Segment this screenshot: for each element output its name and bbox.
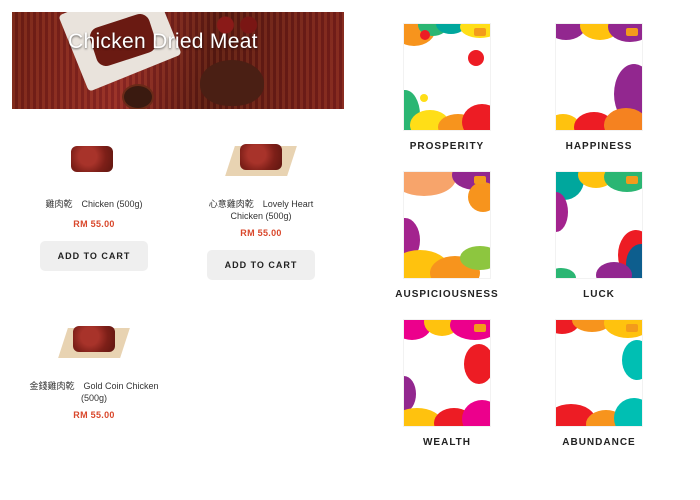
card-label: HAPPINESS — [565, 141, 633, 152]
card-label: PROSPERITY — [409, 141, 485, 152]
card-artwork — [556, 24, 642, 130]
card-label: ABUNDANCE — [562, 437, 636, 448]
add-to-cart-button[interactable]: ADD TO CART — [40, 241, 148, 271]
greeting-card-luck[interactable]: LUCK — [539, 172, 659, 300]
product-image[interactable] — [58, 322, 130, 362]
product-image[interactable] — [225, 140, 297, 180]
greeting-card-abundance[interactable]: ABUNDANCE — [539, 320, 659, 448]
product-name[interactable]: 心意雞肉乾 Lovely Heart Chicken (500g) — [183, 198, 339, 222]
greeting-card-wealth[interactable]: WEALTH — [387, 320, 507, 448]
product-card: 雞肉乾 Chicken (500g) RM 55.00 ADD TO CART — [36, 140, 152, 271]
add-to-cart-button[interactable]: ADD TO CART — [207, 250, 315, 280]
card-label: AUSPICIOUSNESS — [395, 289, 499, 300]
product-name[interactable]: 金錢雞肉乾 Gold Coin Chicken (500g) — [22, 380, 166, 404]
greeting-card-happiness[interactable]: HAPPINESS — [539, 24, 659, 152]
card-artwork — [404, 320, 490, 426]
card-artwork — [404, 24, 490, 130]
product-name[interactable]: 雞肉乾 Chicken (500g) — [36, 198, 152, 210]
product-price: RM 55.00 — [73, 219, 115, 229]
banner-title: Chicken Dried Meat — [68, 30, 258, 53]
product-price: RM 55.00 — [73, 410, 115, 420]
card-artwork — [404, 172, 490, 278]
card-label: WEALTH — [422, 437, 472, 448]
greeting-card-prosperity[interactable]: PROSPERITY — [387, 24, 507, 152]
card-artwork — [556, 320, 642, 426]
card-label: LUCK — [583, 289, 615, 300]
product-price: RM 55.00 — [240, 228, 282, 238]
teacup-image — [122, 84, 154, 109]
category-banner: Chicken Dried Meat — [12, 12, 344, 109]
card-artwork — [556, 172, 642, 278]
product-card: 心意雞肉乾 Lovely Heart Chicken (500g) RM 55.… — [183, 140, 339, 280]
greeting-card-auspiciousness[interactable]: AUSPICIOUSNESS — [387, 172, 507, 300]
product-card: 金錢雞肉乾 Gold Coin Chicken (500g) RM 55.00 — [22, 322, 166, 420]
product-image[interactable] — [59, 140, 129, 180]
teapot-image — [200, 60, 264, 106]
